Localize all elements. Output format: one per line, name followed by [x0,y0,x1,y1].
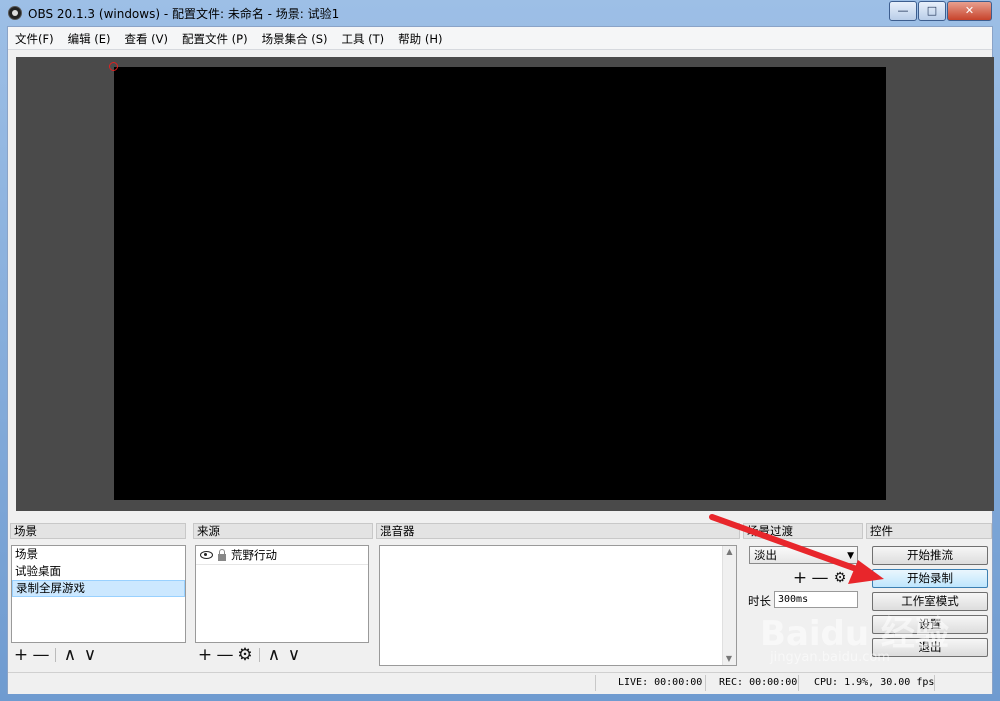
baidu-watermark: Baidu 经验 [760,614,949,654]
live-status: LIVE: 00:00:00 [618,677,703,688]
add-scene-button[interactable]: + [11,645,31,665]
mixer-dock-title: 混音器 [376,523,740,539]
minimize-button[interactable]: — [889,1,917,21]
baidu-watermark-url: jingyan.baidu.com [770,650,890,665]
sources-dock-title: 来源 [193,523,373,539]
move-source-down-button[interactable]: ∨ [284,645,304,665]
cpu-fps-status: CPU: 1.9%, 30.00 fps [814,677,935,688]
scenes-list[interactable]: 场景 试验桌面 录制全屏游戏 [11,545,186,643]
remove-transition-button[interactable]: — [810,568,830,588]
obs-logo-icon [8,6,22,20]
transition-selected-value: 淡出 [754,548,777,562]
menu-bar: 文件(F) 编辑 (E) 查看 (V) 配置文件 (P) 场景集合 (S) 工具… [8,27,992,50]
sources-list[interactable]: 荒野行动 [195,545,369,643]
menu-tools[interactable]: 工具 (T) [335,27,392,49]
scroll-up-arrow-icon[interactable]: ▲ [723,546,736,558]
menu-scene-collection[interactable]: 场景集合 (S) [255,27,335,49]
status-divider [705,675,706,691]
move-scene-up-button[interactable]: ∧ [60,645,80,665]
sources-toolbar: + — ⚙ ∧ ∨ [195,644,369,666]
mixer-scrollbar[interactable]: ▲ ▼ [722,546,736,665]
window-controls: — □ ✕ [888,1,992,21]
menu-profile[interactable]: 配置文件 (P) [175,27,255,49]
move-scene-down-button[interactable]: ∨ [80,645,100,665]
start-recording-button[interactable]: 开始录制 [872,569,988,588]
preview-canvas[interactable] [109,62,886,500]
toolbar-divider [55,648,56,662]
preview-area[interactable] [16,57,994,511]
transition-select[interactable]: 淡出 ▼ [749,546,858,564]
window-title: OBS 20.1.3 (windows) - 配置文件: 未命名 - 场景: 试… [28,7,340,21]
audio-mixer-panel[interactable]: ▲ ▼ [379,545,737,666]
status-divider [798,675,799,691]
close-button[interactable]: ✕ [947,1,992,21]
source-name: 荒野行动 [231,548,277,562]
status-bar: LIVE: 00:00:00 REC: 00:00:00 CPU: 1.9%, … [8,672,992,694]
move-source-up-button[interactable]: ∧ [264,645,284,665]
menu-file[interactable]: 文件(F) [8,27,61,49]
transition-toolbar: + — ⚙ [790,567,860,589]
title-bar[interactable]: OBS 20.1.3 (windows) - 配置文件: 未命名 - 场景: 试… [0,0,1000,26]
start-streaming-button[interactable]: 开始推流 [872,546,988,565]
chevron-down-icon: ▼ [847,551,854,561]
scroll-down-arrow-icon[interactable]: ▼ [723,653,735,665]
remove-source-button[interactable]: — [215,645,235,665]
controls-dock-title: 控件 [866,523,992,539]
scenes-dock-title: 场景 [10,523,186,539]
visibility-eye-icon[interactable] [200,551,213,559]
scenes-toolbar: + — ∧ ∨ [11,644,186,666]
status-divider [934,675,935,691]
duration-value: 300ms [778,594,809,605]
add-transition-button[interactable]: + [790,568,810,588]
source-properties-gear-icon[interactable]: ⚙ [235,645,255,665]
scene-item[interactable]: 试验桌面 [12,563,185,580]
status-divider [595,675,596,691]
source-item[interactable]: 荒野行动 [196,546,368,565]
client-area: 文件(F) 编辑 (E) 查看 (V) 配置文件 (P) 场景集合 (S) 工具… [7,26,994,694]
menu-edit[interactable]: 编辑 (E) [61,27,118,49]
transitions-dock-title: 场景过渡 [743,523,863,539]
menu-view[interactable]: 查看 (V) [118,27,176,49]
remove-scene-button[interactable]: — [31,645,51,665]
maximize-button[interactable]: □ [918,1,946,21]
obs-window: OBS 20.1.3 (windows) - 配置文件: 未命名 - 场景: 试… [0,0,1000,701]
add-source-button[interactable]: + [195,645,215,665]
lock-icon[interactable] [218,548,226,561]
scene-item-selected[interactable]: 录制全屏游戏 [12,580,185,597]
menu-help[interactable]: 帮助 (H) [391,27,449,49]
toolbar-divider [259,648,260,662]
transition-gear-icon[interactable]: ⚙ [830,568,850,588]
source-handle-marker[interactable] [109,62,118,71]
rec-status: REC: 00:00:00 [719,677,798,688]
scene-item[interactable]: 场景 [12,546,185,563]
